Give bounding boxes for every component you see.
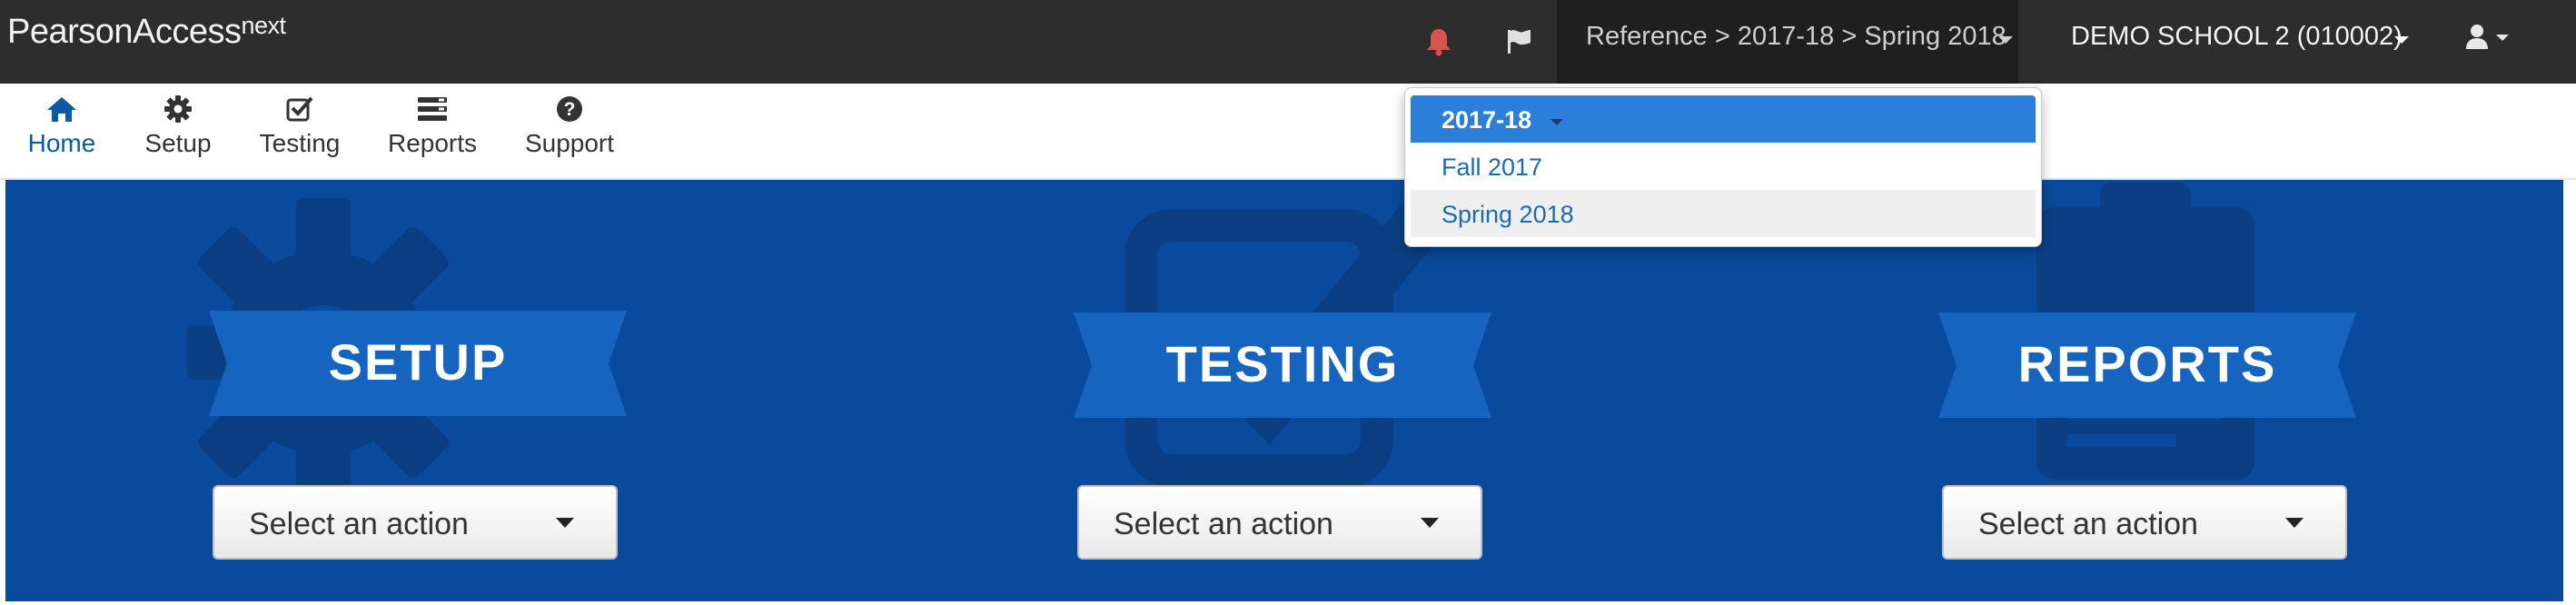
chevron-down-icon xyxy=(2285,518,2304,528)
logo-main: PearsonAccess xyxy=(7,13,242,51)
chevron-down-icon xyxy=(1421,518,1439,528)
nav-home-label: Home xyxy=(27,129,96,157)
school-selector[interactable]: DEMO SCHOOL 2 (010002) xyxy=(2071,22,2403,52)
school-chevron-down-icon xyxy=(2394,36,2409,44)
logo-superscript: next xyxy=(241,12,287,39)
nav-home[interactable]: Home xyxy=(24,94,100,158)
testing-banner: TESTING xyxy=(1074,303,1491,422)
chevron-down-icon xyxy=(556,518,574,528)
user-menu[interactable] xyxy=(2465,22,2511,58)
main-nav: Home Setup Testing Reports ? Support xyxy=(0,84,2576,180)
top-bar: PearsonAccessnext Reference > 2017-18 > … xyxy=(0,0,2576,84)
question-circle-icon: ? xyxy=(557,96,582,122)
dropdown-item-label: Fall 2017 xyxy=(1442,154,1543,181)
context-dropdown-menu: 2017-18 Fall 2017 Spring 2018 xyxy=(1404,87,2042,247)
context-label: Reference > 2017-18 > Spring 2018 xyxy=(1586,22,2006,51)
setup-action-label: Select an action xyxy=(249,507,469,541)
home-icon xyxy=(47,97,76,122)
reports-action-label: Select an action xyxy=(1978,507,2198,541)
nav-reports[interactable]: Reports xyxy=(385,94,480,158)
school-label: DEMO SCHOOL 2 (010002) xyxy=(2071,22,2403,51)
svg-text:?: ? xyxy=(564,99,576,120)
chevron-down-icon xyxy=(1551,119,1563,125)
bell-icon[interactable] xyxy=(1421,24,1457,60)
dropdown-item-label: Spring 2018 xyxy=(1442,201,1574,228)
nav-testing[interactable]: Testing xyxy=(254,94,345,158)
testing-title: TESTING xyxy=(1165,335,1400,392)
context-selector[interactable]: Reference > 2017-18 > Spring 2018 xyxy=(1557,0,2018,84)
dashboard-hero: SETUP TESTING REPORTS Select an action S… xyxy=(5,180,2563,601)
dropdown-year-label: 2017-18 xyxy=(1442,106,1532,134)
setup-title: SETUP xyxy=(328,333,508,391)
list-icon xyxy=(418,97,447,121)
dropdown-year-header[interactable]: 2017-18 xyxy=(1411,95,2036,143)
app-logo[interactable]: PearsonAccessnext xyxy=(7,12,287,52)
testing-action-label: Select an action xyxy=(1114,507,1333,541)
nav-setup[interactable]: Setup xyxy=(140,94,216,158)
chevron-down-icon xyxy=(1998,36,2013,44)
check-square-icon xyxy=(286,96,313,122)
gear-icon xyxy=(164,95,192,123)
dropdown-item-fall-2017[interactable]: Fall 2017 xyxy=(1411,143,2036,190)
testing-action-select[interactable]: Select an action xyxy=(1077,485,1482,560)
nav-support-label: Support xyxy=(524,129,615,157)
setup-action-select[interactable]: Select an action xyxy=(213,485,618,560)
reports-banner: REPORTS xyxy=(1938,303,2356,422)
nav-reports-label: Reports xyxy=(387,129,478,157)
dropdown-item-spring-2018[interactable]: Spring 2018 xyxy=(1411,190,2036,237)
nav-setup-label: Setup xyxy=(144,129,212,157)
nav-testing-label: Testing xyxy=(259,129,341,157)
flag-icon[interactable] xyxy=(1501,24,1537,60)
user-icon xyxy=(2466,25,2509,49)
nav-support[interactable]: ? Support xyxy=(521,94,618,158)
reports-title: REPORTS xyxy=(2017,335,2277,392)
reports-action-select[interactable]: Select an action xyxy=(1942,485,2347,560)
setup-banner: SETUP xyxy=(209,302,627,420)
